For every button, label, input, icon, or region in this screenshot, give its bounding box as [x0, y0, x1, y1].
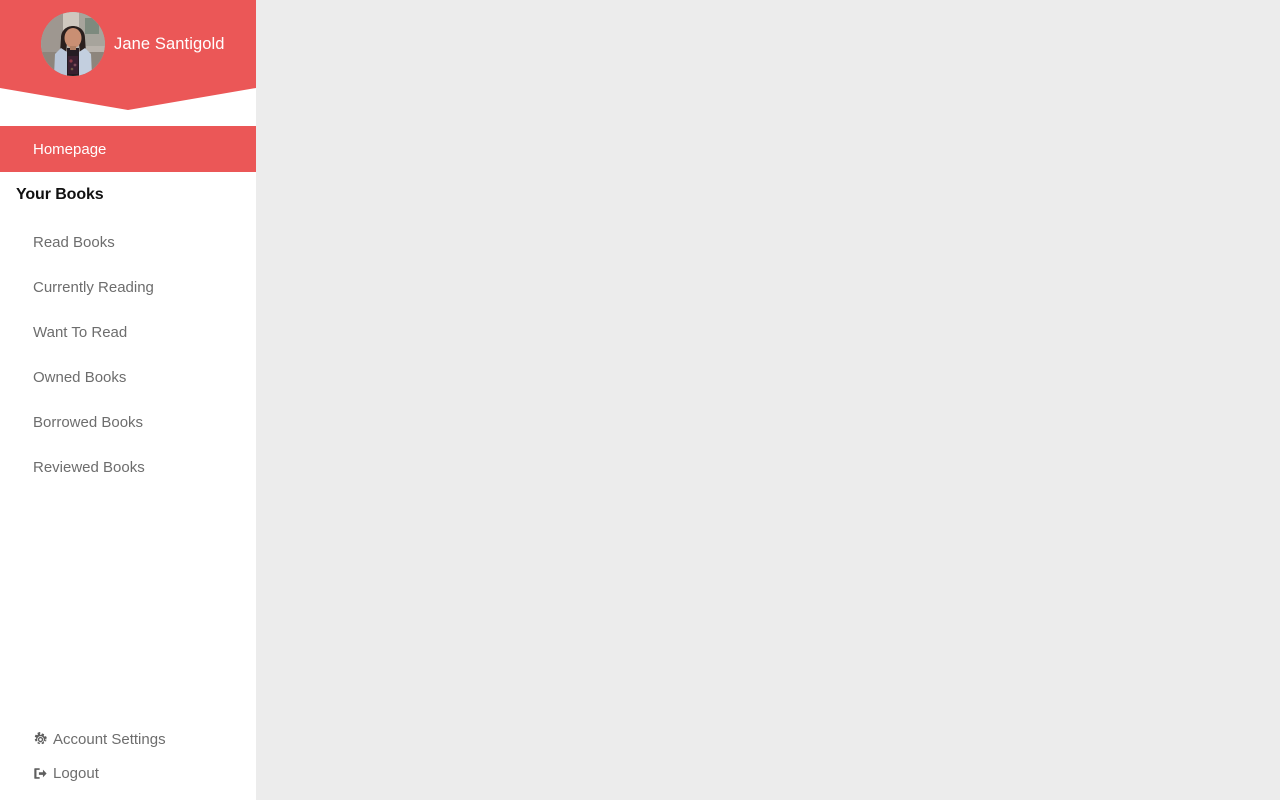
user-avatar-photo-icon	[41, 12, 105, 76]
sidebar-section-title: Your Books	[16, 186, 104, 203]
sidebar-item-label: Owned Books	[33, 369, 127, 386]
account-settings-link[interactable]: Account Settings	[32, 731, 256, 748]
profile-summary: Jane Santigold	[0, 0, 256, 88]
sidebar-item-currently-reading[interactable]: Currently Reading	[0, 265, 256, 310]
app-root: Jane Santigold Homepage Your Books Read …	[0, 0, 1280, 800]
logout-link[interactable]: Logout	[32, 765, 256, 782]
sidebar-item-reviewed-books[interactable]: Reviewed Books	[0, 445, 256, 490]
sidebar-item-homepage[interactable]: Homepage	[0, 126, 256, 172]
sidebar-footer: Account Settings Logout	[0, 731, 256, 800]
sidebar-item-owned-books[interactable]: Owned Books	[0, 355, 256, 400]
main-content-area	[256, 0, 1280, 800]
sign-out-icon	[32, 766, 48, 782]
sidebar-item-want-to-read[interactable]: Want To Read	[0, 310, 256, 355]
sidebar: Jane Santigold Homepage Your Books Read …	[0, 0, 256, 800]
account-settings-label: Account Settings	[53, 731, 166, 748]
sidebar-item-label: Currently Reading	[33, 279, 154, 296]
profile-header: Jane Santigold	[0, 0, 256, 110]
sidebar-item-borrowed-books[interactable]: Borrowed Books	[0, 400, 256, 445]
profile-name: Jane Santigold	[114, 34, 225, 53]
sidebar-book-nav: Read Books Currently Reading Want To Rea…	[0, 220, 256, 490]
sidebar-item-label: Want To Read	[33, 324, 128, 341]
logout-label: Logout	[53, 765, 99, 782]
sidebar-item-label: Borrowed Books	[33, 414, 144, 431]
avatar[interactable]	[41, 12, 105, 76]
sidebar-item-read-books[interactable]: Read Books	[0, 220, 256, 265]
gear-icon	[32, 732, 48, 748]
sidebar-item-label: Read Books	[33, 234, 115, 251]
sidebar-item-homepage-label: Homepage	[33, 140, 107, 158]
sidebar-item-label: Reviewed Books	[33, 459, 145, 476]
